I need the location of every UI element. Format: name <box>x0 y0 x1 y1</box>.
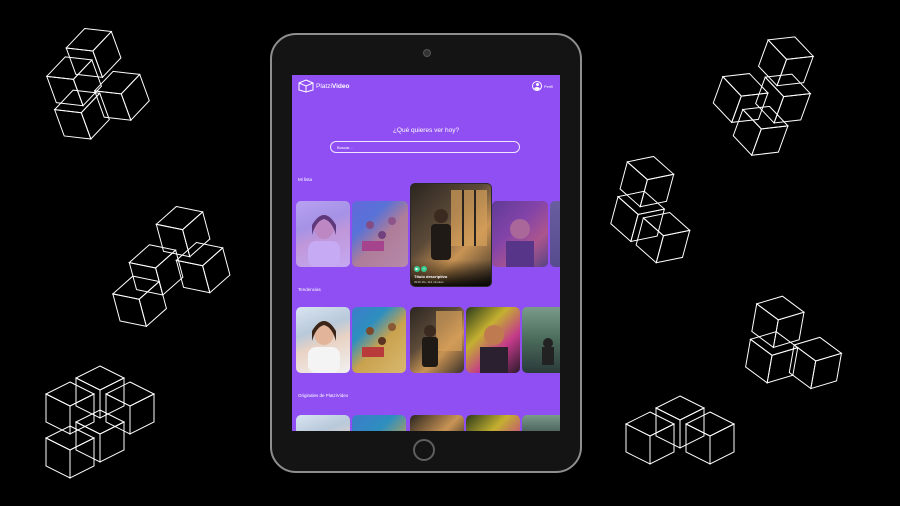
carousel-item[interactable] <box>352 201 408 267</box>
section-title-mi-lista: Mi lista <box>298 177 313 182</box>
woman-smiling-image <box>308 215 340 267</box>
brand-suffix: Video <box>331 83 350 90</box>
plus-icon[interactable]: + <box>421 266 427 272</box>
section-title-tendencias: Tendencias <box>298 287 321 292</box>
carousel-item[interactable] <box>296 307 350 373</box>
woman-smiling-image <box>308 321 340 373</box>
app-screen: PlatziVideo Perfil ¿Qué quieres ver hoy?… <box>292 75 560 431</box>
card-title: Título descriptivo <box>414 274 448 279</box>
hero-title: ¿Qué quieres ver hoy? <box>392 127 460 134</box>
play-icon[interactable]: ▶ <box>414 266 420 272</box>
user-circle-icon[interactable] <box>532 81 542 91</box>
man-window-image <box>422 311 462 367</box>
profile-label[interactable]: Perfil <box>544 84 553 89</box>
beach-friends-image <box>362 323 396 357</box>
carousel-item[interactable] <box>410 307 464 373</box>
section-title-originales: Originales de PlatziVideo <box>298 393 349 398</box>
man-colored-smoke-image <box>480 325 508 373</box>
carousel-item[interactable] <box>522 415 560 431</box>
app-header: PlatziVideo Perfil <box>292 75 560 99</box>
platzivideo-cube-logo-icon[interactable] <box>298 79 314 93</box>
carousel-item[interactable] <box>352 307 406 373</box>
carousel-item[interactable] <box>522 307 560 373</box>
carousel-item[interactable] <box>296 415 350 431</box>
carousel-item[interactable] <box>492 201 548 267</box>
tablet-device: PlatziVideo Perfil ¿Qué quieres ver hoy?… <box>270 33 582 473</box>
carousel-item[interactable] <box>550 201 560 267</box>
beach-friends-image <box>362 217 396 251</box>
carousel-item[interactable] <box>410 415 464 431</box>
search-input[interactable] <box>330 141 520 153</box>
carousel-item[interactable] <box>466 307 520 373</box>
brand-name[interactable]: PlatziVideo <box>316 83 350 90</box>
home-button[interactable] <box>413 439 435 461</box>
card-details: ▶ + Título descriptivo 2019 16+ 114 minu… <box>411 260 491 286</box>
carousel-item-featured[interactable]: ▶ + Título descriptivo 2019 16+ 114 minu… <box>410 183 492 287</box>
carousel-item[interactable] <box>296 201 350 267</box>
man-colored-smoke-image <box>506 219 534 267</box>
brand-prefix: Platzi <box>316 83 332 90</box>
forest-hiker-image <box>542 338 554 365</box>
camera-icon <box>423 49 431 57</box>
carousel-item[interactable] <box>466 415 520 431</box>
carousel-item[interactable] <box>352 415 406 431</box>
card-subtitle: 2019 16+ 114 minutos <box>414 280 444 284</box>
